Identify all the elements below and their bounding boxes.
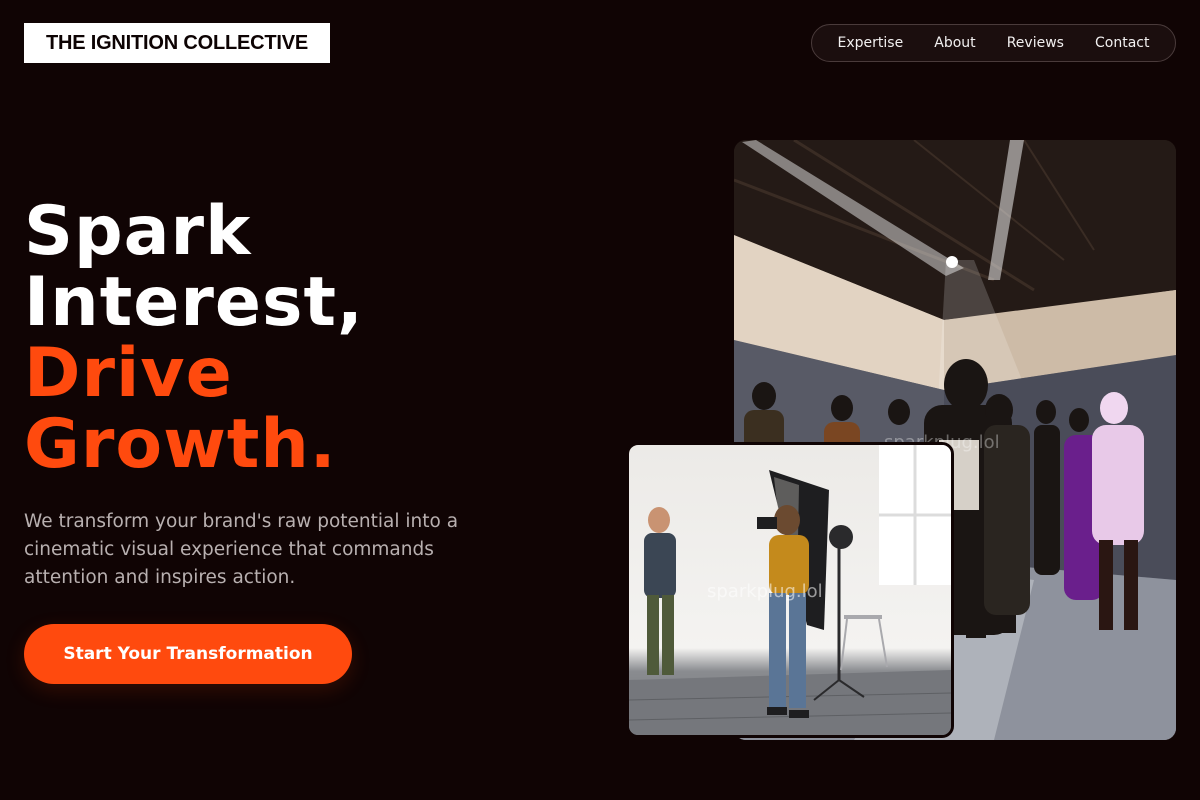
headline-line-3: Drive [24, 334, 233, 413]
studio-shoot-illustration: sparkplug.lol [629, 445, 951, 735]
nav-link-contact[interactable]: Contact [1095, 35, 1149, 51]
nav-link-expertise[interactable]: Expertise [838, 35, 904, 51]
small-photo-watermark: sparkplug.lol [707, 581, 823, 602]
studio-shoot-photo: sparkplug.lol [626, 442, 954, 738]
nav-link-reviews[interactable]: Reviews [1007, 35, 1064, 51]
hero-subtitle: We transform your brand's raw potential … [24, 511, 459, 588]
headline-line-1: Spark [24, 192, 252, 271]
start-transformation-button[interactable]: Start Your Transformation [24, 624, 352, 684]
headline-line-4: Growth. [24, 405, 337, 484]
brand-logo[interactable]: THE IGNITION COLLECTIVE [24, 23, 330, 63]
nav-link-about[interactable]: About [934, 35, 975, 51]
headline-line-2: Interest, [24, 263, 364, 342]
main-nav: Expertise About Reviews Contact [811, 24, 1176, 62]
hero-headline: Spark Interest, Drive Growth. [24, 196, 364, 480]
